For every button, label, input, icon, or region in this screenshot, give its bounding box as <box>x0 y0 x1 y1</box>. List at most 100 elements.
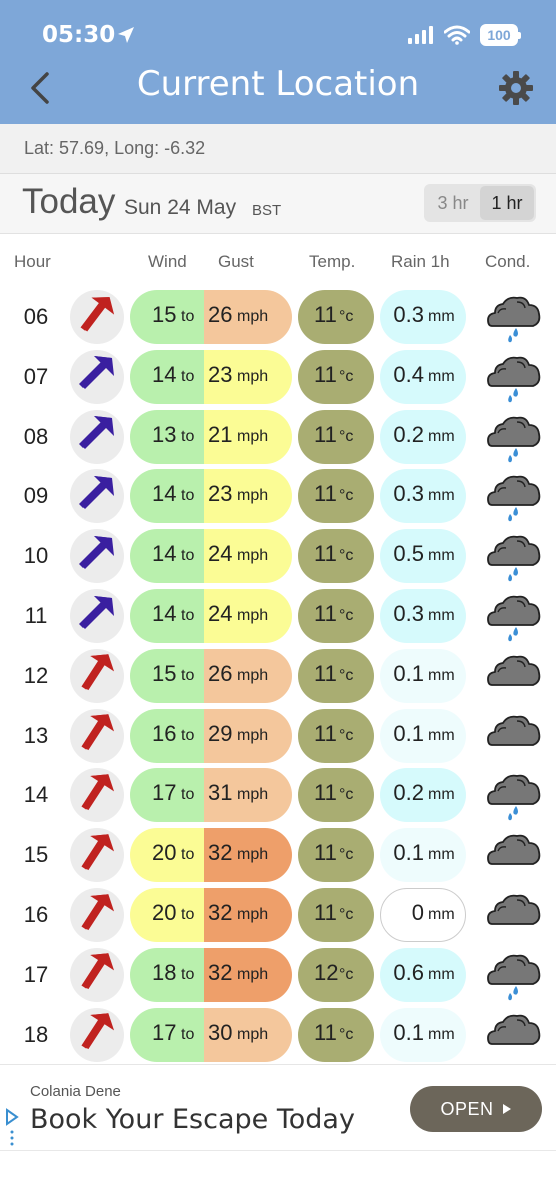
forecast-row: 13 16 to 29 mph 11 °c 0.1 mm <box>0 705 556 765</box>
toggle-3hr[interactable]: 3 hr <box>426 186 480 220</box>
to-label: to <box>181 547 195 565</box>
cloud-icon <box>486 709 542 763</box>
row-hour: 17 <box>23 961 49 987</box>
wind-speed: 17 <box>152 1019 177 1045</box>
cloud-icon <box>486 828 542 882</box>
battery-indicator: 100 <box>480 24 521 46</box>
mm-unit: mm <box>428 906 455 923</box>
mph-unit: mph <box>237 308 269 325</box>
rain-amount: 0.2 <box>393 780 424 806</box>
celsius-unit: °c <box>339 607 354 624</box>
rain-amount: 0.3 <box>393 601 424 626</box>
celsius-unit: °c <box>339 906 354 923</box>
settings-button[interactable] <box>498 70 534 106</box>
wind-direction <box>70 828 124 883</box>
ad-choices-icon[interactable] <box>4 1108 20 1148</box>
wind-speed: 16 <box>152 720 177 746</box>
temperature: 11 <box>314 720 337 746</box>
wind-speed: 14 <box>152 481 177 507</box>
signal-icon <box>408 26 433 44</box>
arrow-northeast-blue-icon <box>77 354 117 399</box>
today-label: Today <box>22 182 116 221</box>
temperature: 11 <box>314 302 337 327</box>
wind-speed: 13 <box>152 421 177 447</box>
celsius-unit: °c <box>339 726 354 744</box>
forecast-row: 07 14 to 23 mph 11 °c 0.4 mm <box>0 346 556 406</box>
forecast-row: 17 18 to 32 mph 12 °c 0.6 mm <box>0 944 556 1004</box>
gust-speed: 32 <box>208 959 233 985</box>
rain-amount: 0.6 <box>393 959 424 985</box>
forecast-row: 18 17 to 30 mph 11 °c 0.1 mm <box>0 1004 556 1064</box>
wind-direction <box>70 1007 124 1062</box>
wind-direction <box>70 529 124 584</box>
col-header-cond: Cond. <box>485 252 531 271</box>
rain-amount: 0.3 <box>393 481 424 507</box>
row-hour: 07 <box>23 363 49 389</box>
wind-speed: 15 <box>152 302 177 327</box>
to-label: to <box>181 906 195 923</box>
row-hour: 14 <box>23 782 49 808</box>
wind-direction <box>70 888 124 942</box>
forecast-row: 08 13 to 21 mph 11 °c 0.2 mm <box>0 406 556 466</box>
wind-direction <box>70 947 124 1002</box>
ad-sponsor: Colania Dene <box>30 1083 121 1100</box>
mph-unit: mph <box>237 367 269 385</box>
temperature: 11 <box>314 541 337 567</box>
mph-unit: mph <box>237 487 269 505</box>
ad-open-button[interactable]: OPEN <box>410 1086 542 1132</box>
row-hour: 16 <box>23 902 49 927</box>
to-label: to <box>181 487 195 505</box>
mph-unit: mph <box>237 726 269 744</box>
temperature: 11 <box>314 361 337 387</box>
celsius-unit: °c <box>339 487 354 505</box>
mph-unit: mph <box>237 1025 269 1043</box>
cloud-rain-icon <box>486 768 542 822</box>
status-icons: 100 <box>408 24 521 46</box>
cloud-rain-icon <box>486 948 542 1002</box>
forecast-row: 09 14 to 23 mph 11 °c 0.3 mm <box>0 465 556 525</box>
rain-amount: 0.1 <box>393 1019 424 1045</box>
gust-speed: 23 <box>208 481 233 507</box>
row-hour: 15 <box>23 842 49 868</box>
forecast-row: 12 15 to 26 mph 11 °c 0.1 mm <box>0 645 556 705</box>
ad-divider <box>0 1064 556 1065</box>
temperature: 11 <box>314 780 337 806</box>
mph-unit: mph <box>237 666 269 684</box>
forecast-row: 16 20 to 32 mph 11 °c 0 mm <box>0 884 556 944</box>
status-time: 05:30 <box>42 22 116 48</box>
wifi-icon <box>444 25 470 45</box>
col-header-rain: Rain 1h <box>391 252 450 271</box>
wind-direction <box>70 290 124 344</box>
wind-direction <box>70 708 124 763</box>
col-header-temp: Temp. <box>309 252 356 271</box>
ad-headline[interactable]: Book Your Escape Today <box>30 1104 355 1135</box>
arrow-north-red-icon <box>77 1012 117 1057</box>
cloud-rain-icon <box>486 589 542 643</box>
to-label: to <box>181 965 195 983</box>
wind-direction <box>70 589 124 643</box>
forecast-row: 06 15 to 26 mph 11 °c 0.3 mm <box>0 286 556 346</box>
temperature: 11 <box>314 660 337 686</box>
wind-speed: 20 <box>152 900 177 925</box>
wind-speed: 17 <box>152 780 177 806</box>
to-label: to <box>181 786 195 804</box>
mph-unit: mph <box>237 427 269 445</box>
celsius-unit: °c <box>339 965 354 983</box>
gust-speed: 24 <box>208 541 233 567</box>
rain-amount: 0.5 <box>393 541 424 567</box>
arrow-northeast-blue-icon <box>77 534 117 579</box>
temperature: 11 <box>314 900 337 925</box>
row-hour: 13 <box>23 722 49 748</box>
to-label: to <box>181 1025 195 1043</box>
gust-speed: 29 <box>208 720 233 746</box>
toggle-1hr[interactable]: 1 hr <box>480 186 534 220</box>
forecast-row: 10 14 to 24 mph 11 °c 0.5 mm <box>0 525 556 585</box>
rain-amount: 0.1 <box>393 840 424 866</box>
row-hour: 10 <box>23 543 49 569</box>
celsius-unit: °c <box>339 427 354 445</box>
celsius-unit: °c <box>339 666 354 684</box>
cloud-icon <box>486 888 542 942</box>
interval-toggle: 3 hr 1 hr <box>424 184 536 222</box>
rain-amount: 0 <box>411 900 424 925</box>
mm-unit: mm <box>428 666 455 684</box>
